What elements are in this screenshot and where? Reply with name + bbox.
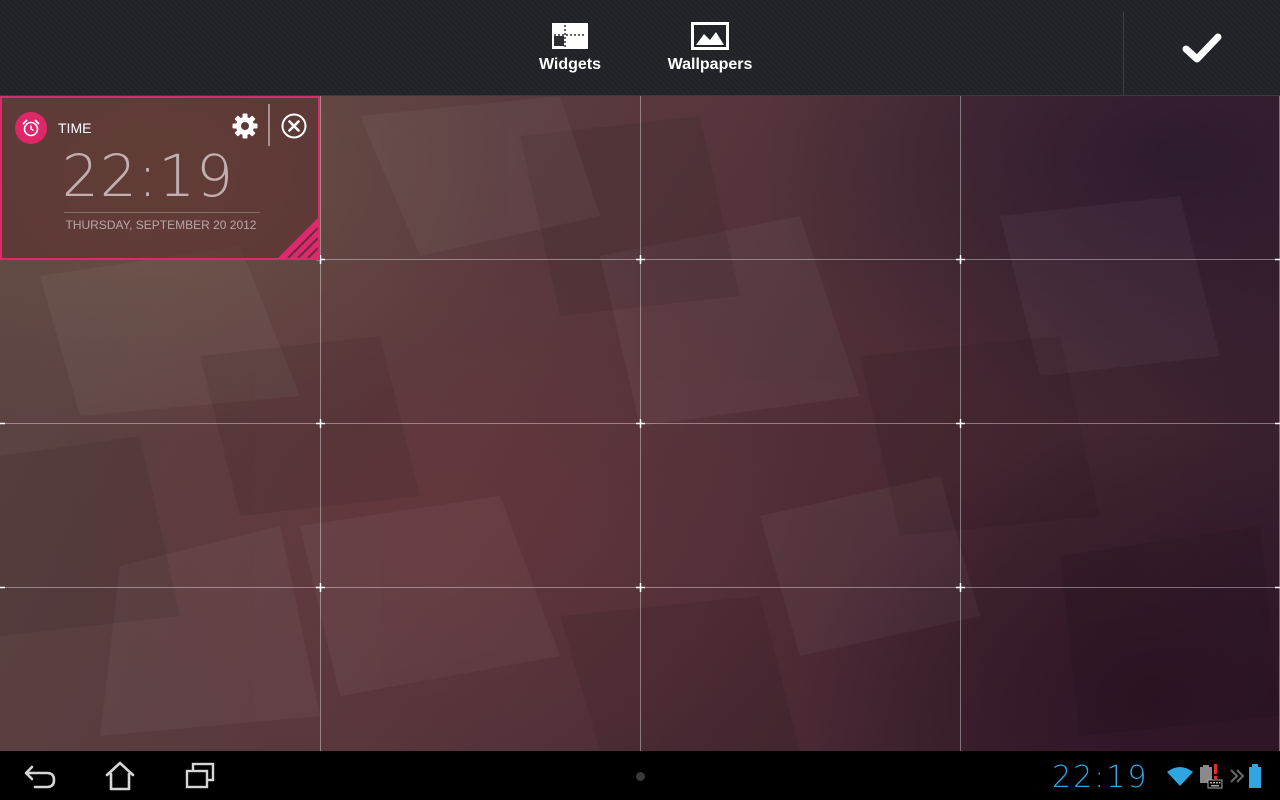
- alarm-clock-icon: [15, 112, 47, 144]
- back-button[interactable]: [18, 759, 62, 793]
- recent-apps-button[interactable]: [178, 759, 222, 793]
- widget-title: TIME: [58, 120, 92, 136]
- widgets-button[interactable]: Widgets: [515, 0, 625, 95]
- home-button[interactable]: [98, 759, 142, 793]
- status-clock: 22:19: [1052, 760, 1149, 795]
- home-icon: [105, 761, 135, 791]
- widget-separator: [64, 212, 260, 213]
- widgets-label: Widgets: [538, 55, 602, 73]
- widget-divider: [268, 104, 270, 146]
- resize-handle-icon[interactable]: [278, 218, 319, 259]
- back-icon: [24, 765, 56, 789]
- wallpapers-label: Wallpapers: [667, 55, 753, 73]
- usb-icon: [1230, 769, 1245, 783]
- system-bar: 22:19: [0, 751, 1280, 800]
- wifi-icon: [1167, 767, 1193, 786]
- recent-apps-icon: [185, 762, 215, 789]
- battery-icon: [1249, 764, 1261, 788]
- edit-action-bar: Widgets Wallpapers: [0, 0, 1280, 96]
- gear-icon[interactable]: [230, 111, 260, 141]
- wallpapers-button[interactable]: Wallpapers: [655, 0, 765, 95]
- checkmark-icon: [1182, 33, 1222, 62]
- done-button[interactable]: [1124, 0, 1280, 95]
- keyboard-battery-icon: [1200, 764, 1223, 789]
- close-icon[interactable]: [280, 112, 308, 140]
- widgets-icon: [551, 22, 589, 50]
- widget-clock-time: 22:19: [61, 142, 235, 210]
- time-widget[interactable]: TIME 22:19 THURSDAY, SEPTEMBER 20 2012: [0, 96, 320, 260]
- page-indicator-dot: [636, 772, 645, 781]
- wallpaper-icon: [691, 21, 729, 50]
- widget-date: THURSDAY, SEPTEMBER 20 2012: [65, 218, 257, 232]
